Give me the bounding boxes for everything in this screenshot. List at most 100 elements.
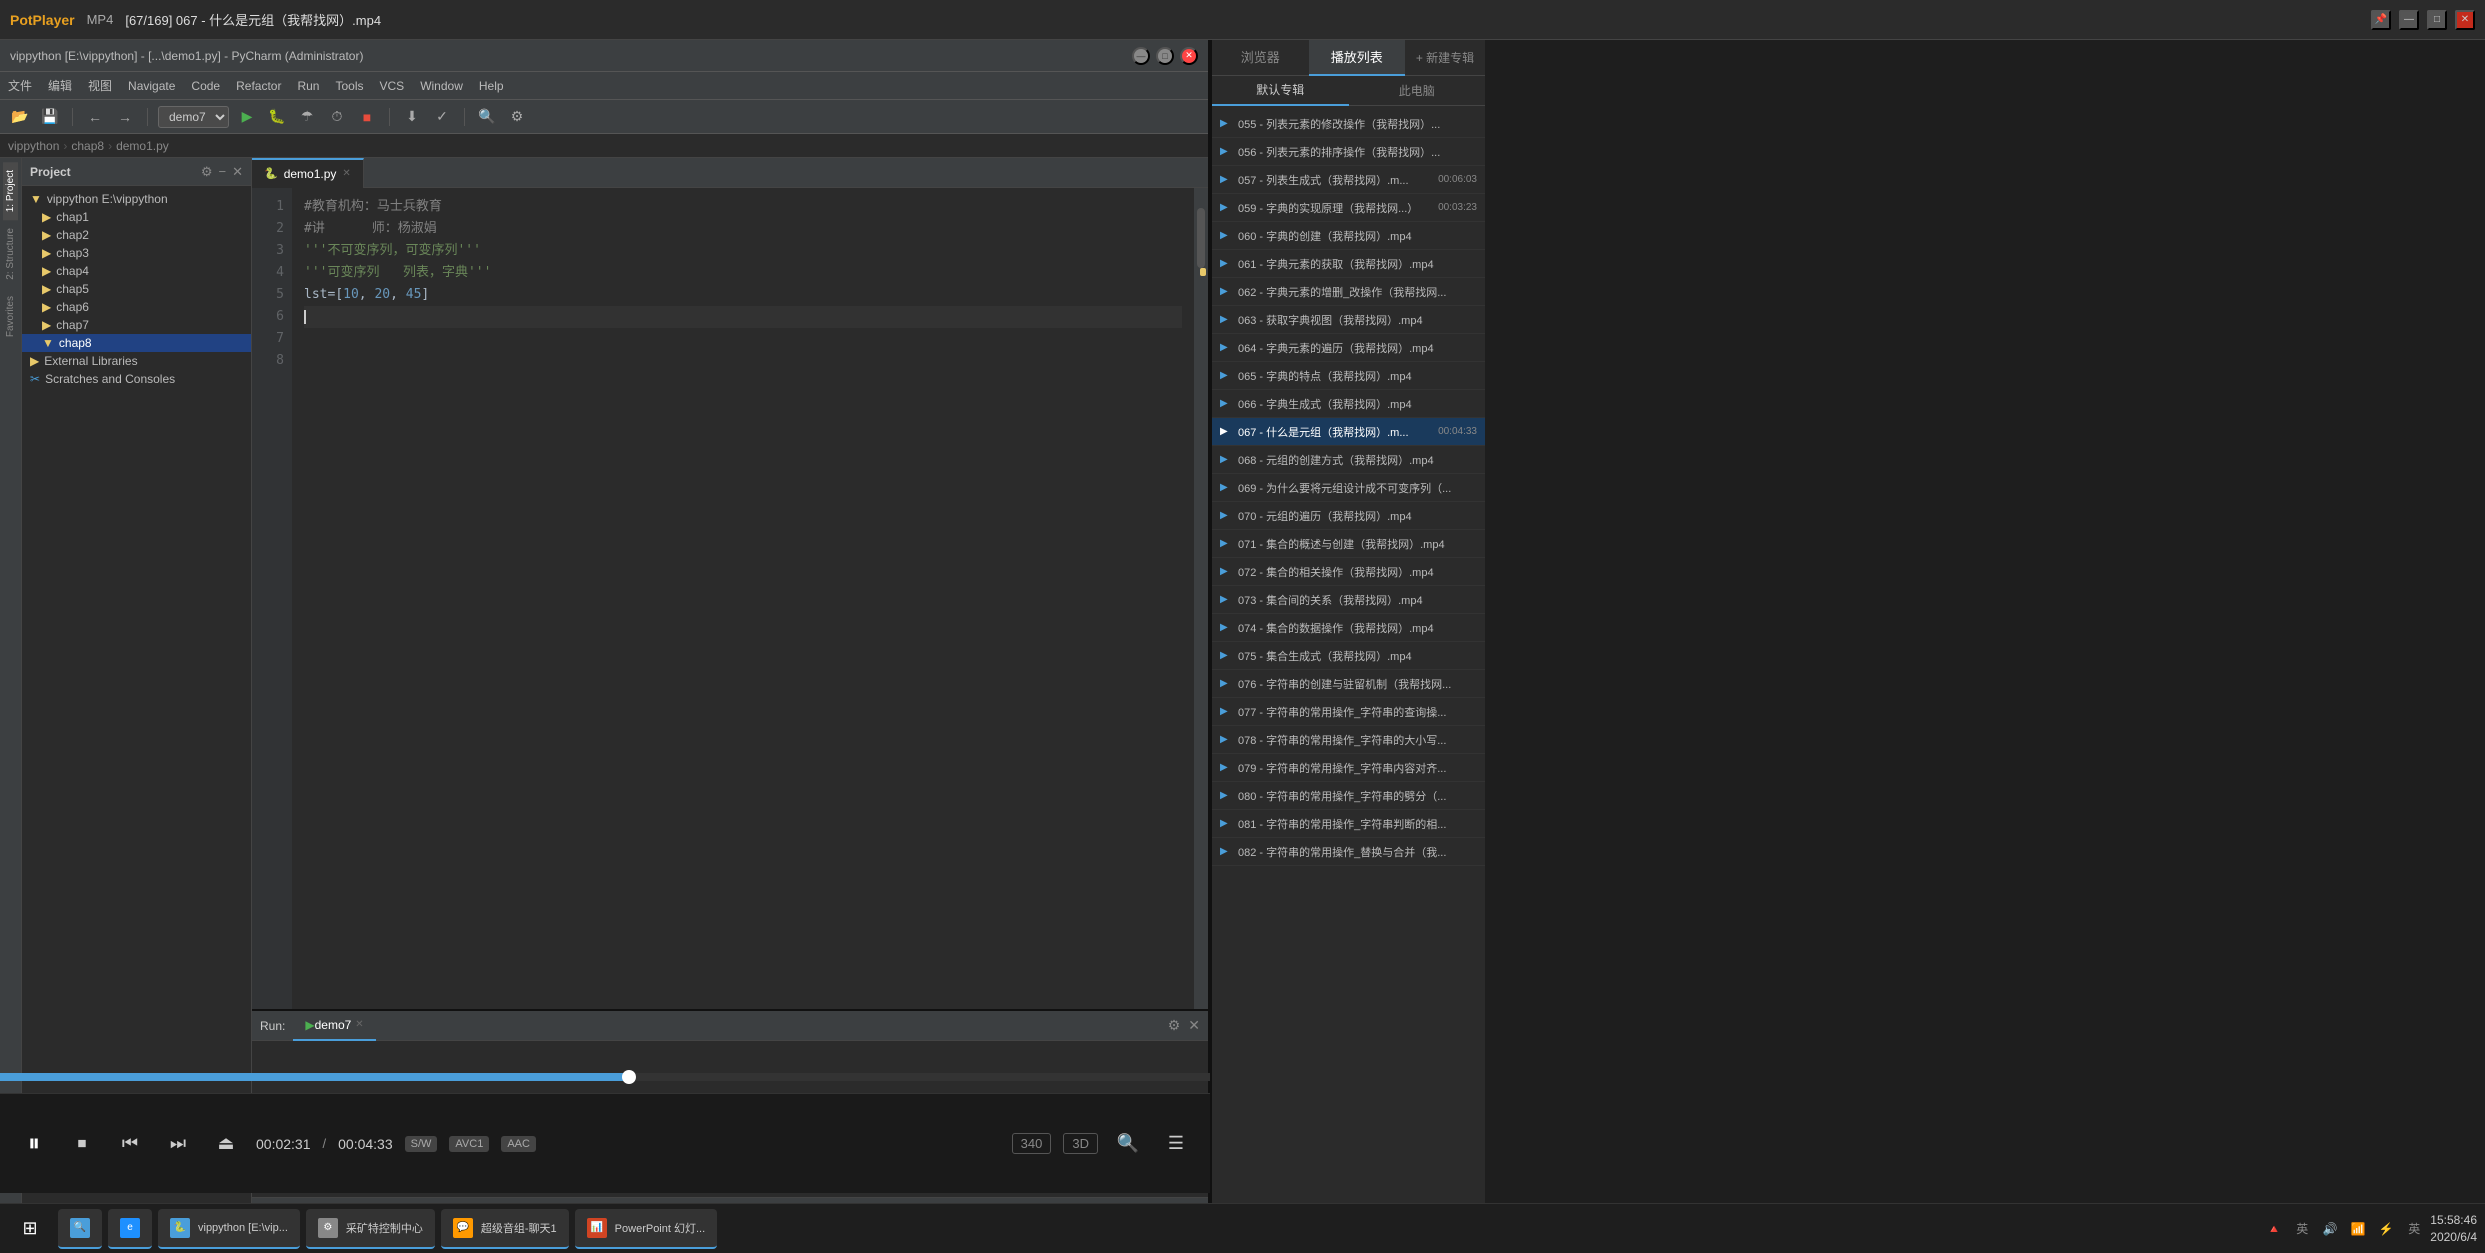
playlist-item-070[interactable]: ▶ 070 - 元组的遍历（我帮找网）.mp4 bbox=[1212, 502, 1485, 530]
scroll-thumb[interactable] bbox=[1197, 208, 1205, 268]
album-default[interactable]: 默认专辑 bbox=[1212, 76, 1349, 106]
run-tab-demo7[interactable]: ▶ demo7 ✕ bbox=[293, 1011, 375, 1041]
playlist-item-071[interactable]: ▶ 071 - 集合的概述与创建（我帮找网）.mp4 bbox=[1212, 530, 1485, 558]
profile-button[interactable]: ⏱ bbox=[325, 105, 349, 129]
audio-codec-badge[interactable]: AAC bbox=[501, 1136, 536, 1152]
tree-external-libs[interactable]: ▶ External Libraries bbox=[22, 352, 251, 370]
playlist-item-078[interactable]: ▶ 078 - 字符串的常用操作_字符串的大小写... bbox=[1212, 726, 1485, 754]
toolbar-save[interactable]: 💾 bbox=[38, 105, 62, 129]
menu-code[interactable]: Code bbox=[191, 79, 220, 93]
git-update[interactable]: ⬇ bbox=[400, 105, 424, 129]
progress-bar-container[interactable] bbox=[0, 1073, 1210, 1081]
next-button[interactable]: ⏭ bbox=[160, 1126, 196, 1162]
breadcrumb-root[interactable]: vippython bbox=[8, 139, 59, 153]
pycharm-minimize[interactable]: — bbox=[1132, 47, 1150, 65]
playlist-item-060[interactable]: ▶ 060 - 字典的创建（我帮找网）.mp4 bbox=[1212, 222, 1485, 250]
eject-button[interactable]: ⏏ bbox=[208, 1126, 244, 1162]
playlist-item-076[interactable]: ▶ 076 - 字符串的创建与驻留机制（我帮找网... bbox=[1212, 670, 1485, 698]
breadcrumb-file[interactable]: demo1.py bbox=[116, 139, 169, 153]
tab-browser[interactable]: 浏览器 bbox=[1212, 40, 1309, 76]
code-editor[interactable]: 1 2 3 4 5 6 7 8 #教育机构：马士兵教育 #讲 师：杨淑娟 '''… bbox=[252, 188, 1208, 1009]
playlist-item-059[interactable]: ▶ 059 - 字典的实现原理（我帮找网...） 00:03:23 bbox=[1212, 194, 1485, 222]
playlist-item-064[interactable]: ▶ 064 - 字典元素的遍历（我帮找网）.mp4 bbox=[1212, 334, 1485, 362]
playlist-item-082[interactable]: ▶ 082 - 字符串的常用操作_替换与合并（我... bbox=[1212, 838, 1485, 866]
pause-button[interactable]: ⏸ bbox=[16, 1126, 52, 1162]
taskbar-item-control[interactable]: ⚙ 采矿特控制中心 bbox=[306, 1209, 435, 1249]
playlist-item-081[interactable]: ▶ 081 - 字符串的常用操作_字符串判断的相... bbox=[1212, 810, 1485, 838]
taskbar-item-pycharm[interactable]: 🐍 vippython [E:\vip... bbox=[158, 1209, 300, 1249]
tab-playlist[interactable]: 播放列表 bbox=[1309, 40, 1406, 76]
vtab-project[interactable]: 1: Project bbox=[3, 162, 18, 220]
run-config-dropdown[interactable]: demo7 bbox=[158, 106, 229, 128]
prev-button[interactable]: ⏮ bbox=[112, 1126, 148, 1162]
tree-chap2[interactable]: ▶ chap2 bbox=[22, 226, 251, 244]
tree-chap8[interactable]: ▼ chap8 bbox=[22, 334, 251, 352]
zoom-button[interactable]: 🔍 bbox=[1110, 1126, 1146, 1162]
tree-chap3[interactable]: ▶ chap3 bbox=[22, 244, 251, 262]
taskbar-item-ppt[interactable]: 📊 PowerPoint 幻灯... bbox=[575, 1209, 717, 1249]
playlist-item-055[interactable]: ▶ 055 - 列表元素的修改操作（我帮找网）... bbox=[1212, 110, 1485, 138]
project-close-icon[interactable]: ✕ bbox=[232, 164, 243, 180]
tree-chap7[interactable]: ▶ chap7 bbox=[22, 316, 251, 334]
project-settings-icon[interactable]: ⚙ bbox=[201, 164, 213, 180]
playlist-item-063[interactable]: ▶ 063 - 获取字典视图（我帮找网）.mp4 bbox=[1212, 306, 1485, 334]
close-button[interactable]: ✕ bbox=[2455, 10, 2475, 30]
menu-refactor[interactable]: Refactor bbox=[236, 79, 281, 93]
playlist-item-073[interactable]: ▶ 073 - 集合间的关系（我帮找网）.mp4 bbox=[1212, 586, 1485, 614]
project-collapse-icon[interactable]: − bbox=[219, 164, 227, 179]
maximize-button[interactable]: □ bbox=[2427, 10, 2447, 30]
stop-button[interactable]: ⏹ bbox=[64, 1126, 100, 1162]
coverage-button[interactable]: ☂ bbox=[295, 105, 319, 129]
tree-chap6[interactable]: ▶ chap6 bbox=[22, 298, 251, 316]
playlist-item-056[interactable]: ▶ 056 - 列表元素的排序操作（我帮找网）... bbox=[1212, 138, 1485, 166]
toolbar-back[interactable]: ← bbox=[83, 105, 107, 129]
album-pc[interactable]: 此电脑 bbox=[1349, 76, 1486, 106]
run-tab-close[interactable]: ✕ bbox=[355, 1019, 363, 1030]
tree-scratches[interactable]: ✂ Scratches and Consoles bbox=[22, 370, 251, 388]
menu-tools[interactable]: Tools bbox=[335, 79, 363, 93]
run-button[interactable]: ▶ bbox=[235, 105, 259, 129]
run-close-icon[interactable]: ✕ bbox=[1188, 1017, 1200, 1034]
toolbar-open[interactable]: 📂 bbox=[8, 105, 32, 129]
angle-3d-btn[interactable]: 3D bbox=[1063, 1133, 1098, 1154]
git-commit[interactable]: ✓ bbox=[430, 105, 454, 129]
menu-navigate[interactable]: Navigate bbox=[128, 79, 175, 93]
playlist-item-077[interactable]: ▶ 077 - 字符串的常用操作_字符串的查询操... bbox=[1212, 698, 1485, 726]
playlist-item-066[interactable]: ▶ 066 - 字典生成式（我帮找网）.mp4 bbox=[1212, 390, 1485, 418]
search-everywhere[interactable]: 🔍 bbox=[475, 105, 499, 129]
playlist-item-057[interactable]: ▶ 057 - 列表生成式（我帮找网）.m... 00:06:03 bbox=[1212, 166, 1485, 194]
menu-edit[interactable]: 编辑 bbox=[48, 77, 72, 94]
sys-clock[interactable]: 15:58:46 2020/6/4 bbox=[2430, 1212, 2477, 1246]
editor-scrollbar[interactable] bbox=[1194, 188, 1208, 1009]
code-content[interactable]: #教育机构：马士兵教育 #讲 师：杨淑娟 '''不可变序列，可变序列''' ''… bbox=[292, 188, 1194, 1009]
tree-chap5[interactable]: ▶ chap5 bbox=[22, 280, 251, 298]
menu-view[interactable]: 视图 bbox=[88, 77, 112, 94]
taskbar-item-ie[interactable]: e bbox=[108, 1209, 152, 1249]
menu-button[interactable]: ☰ bbox=[1158, 1126, 1194, 1162]
pycharm-close[interactable]: ✕ bbox=[1180, 47, 1198, 65]
tree-root[interactable]: ▼ vippython E:\vippython bbox=[22, 190, 251, 208]
playlist-item-079[interactable]: ▶ 079 - 字符串的常用操作_字符串内容对齐... bbox=[1212, 754, 1485, 782]
start-button[interactable]: ⊞ bbox=[8, 1207, 52, 1251]
taskbar-item-search[interactable]: 🔍 bbox=[58, 1209, 102, 1249]
playlist-item-072[interactable]: ▶ 072 - 集合的相关操作（我帮找网）.mp4 bbox=[1212, 558, 1485, 586]
tree-chap1[interactable]: ▶ chap1 bbox=[22, 208, 251, 226]
playlist-item-061[interactable]: ▶ 061 - 字典元素的获取（我帮找网）.mp4 bbox=[1212, 250, 1485, 278]
menu-vcs[interactable]: VCS bbox=[380, 79, 405, 93]
toolbar-forward[interactable]: → bbox=[113, 105, 137, 129]
minimize-button[interactable]: — bbox=[2399, 10, 2419, 30]
run-gear-icon[interactable]: ⚙ bbox=[1168, 1017, 1181, 1034]
taskbar-item-chat[interactable]: 💬 超级音组-聊天1 bbox=[441, 1209, 569, 1249]
pin-button[interactable]: 📌 bbox=[2371, 10, 2391, 30]
pycharm-maximize[interactable]: □ bbox=[1156, 47, 1174, 65]
tab-close-icon[interactable]: ✕ bbox=[342, 168, 350, 179]
editor-tab-demo1[interactable]: 🐍 demo1.py ✕ bbox=[252, 158, 364, 188]
playlist-item-067[interactable]: ▶ 067 - 什么是元组（我帮找网）.m... 00:04:33 bbox=[1212, 418, 1485, 446]
stop-button[interactable]: ■ bbox=[355, 105, 379, 129]
playlist-item-080[interactable]: ▶ 080 - 字符串的常用操作_字符串的劈分（... bbox=[1212, 782, 1485, 810]
angle-340-btn[interactable]: 340 bbox=[1012, 1133, 1052, 1154]
playlist-item-062[interactable]: ▶ 062 - 字典元素的增删_改操作（我帮找网... bbox=[1212, 278, 1485, 306]
vtab-structure[interactable]: 2: Structure bbox=[3, 220, 18, 288]
playlist-item-065[interactable]: ▶ 065 - 字典的特点（我帮找网）.mp4 bbox=[1212, 362, 1485, 390]
menu-run[interactable]: Run bbox=[297, 79, 319, 93]
